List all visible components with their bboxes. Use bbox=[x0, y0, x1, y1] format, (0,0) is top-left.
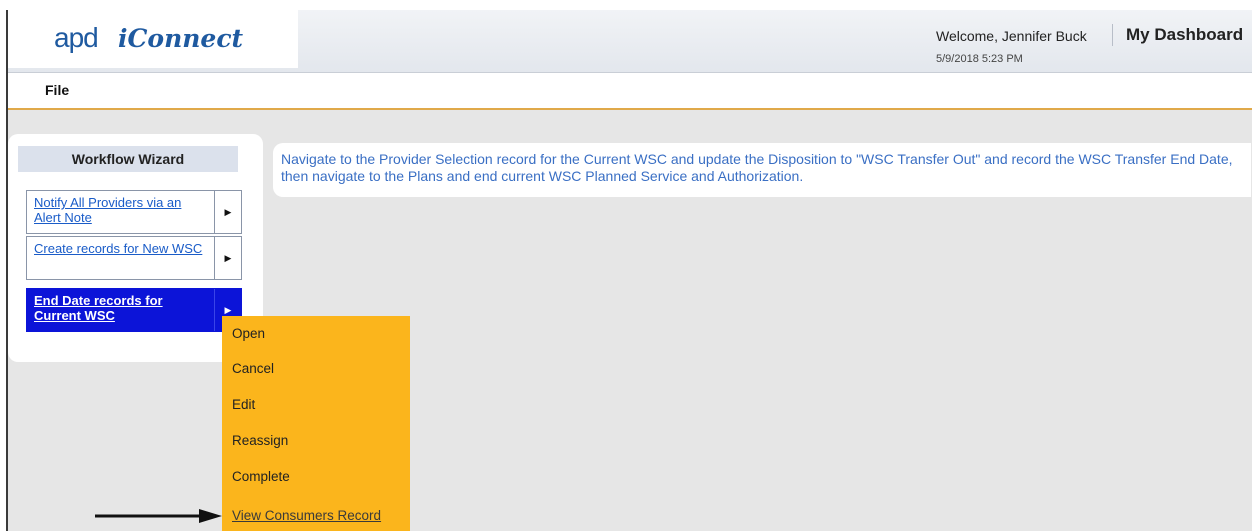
black-arrow-icon bbox=[95, 509, 222, 523]
right-triangle-icon[interactable]: ▶ bbox=[214, 191, 241, 233]
wizard-title: Workflow Wizard bbox=[18, 146, 238, 172]
menu-bar: File bbox=[8, 73, 1252, 110]
logo-iconnect-text: iConnect bbox=[118, 24, 244, 53]
main-content: Workflow Wizard Notify All Providers via… bbox=[8, 110, 1252, 531]
instructions-text: Navigate to the Provider Selection recor… bbox=[281, 151, 1233, 184]
wizard-item-end-date-records[interactable]: End Date records for Current WSC ▶ bbox=[26, 288, 242, 332]
my-dashboard-link[interactable]: My Dashboard bbox=[1126, 25, 1243, 45]
instructions-panel: Navigate to the Provider Selection recor… bbox=[273, 143, 1251, 197]
wizard-item-label[interactable]: Notify All Providers via an Alert Note bbox=[34, 195, 210, 225]
logo[interactable]: apd iConnect bbox=[8, 10, 298, 68]
context-menu: Open Cancel Edit Reassign Complete View … bbox=[222, 316, 410, 531]
wizard-item-label[interactable]: End Date records for Current WSC bbox=[34, 293, 210, 323]
app-header: apd iConnect Welcome, Jennifer Buck 5/9/… bbox=[8, 10, 1252, 73]
menu-file[interactable]: File bbox=[45, 82, 69, 98]
header-divider bbox=[1112, 24, 1113, 46]
wizard-item-label[interactable]: Create records for New WSC bbox=[34, 241, 210, 256]
context-item-view-consumers-record[interactable]: View Consumers Record bbox=[232, 508, 381, 523]
context-item-complete[interactable]: Complete bbox=[232, 469, 290, 484]
logo-apd-text: apd bbox=[54, 22, 99, 53]
wizard-item-create-records[interactable]: Create records for New WSC ▶ bbox=[26, 236, 242, 280]
timestamp: 5/9/2018 5:23 PM bbox=[936, 53, 1023, 65]
context-item-reassign[interactable]: Reassign bbox=[232, 433, 288, 448]
context-item-cancel[interactable]: Cancel bbox=[232, 361, 274, 376]
context-item-open[interactable]: Open bbox=[232, 326, 265, 341]
wizard-item-notify-providers[interactable]: Notify All Providers via an Alert Note ▶ bbox=[26, 190, 242, 234]
context-item-edit[interactable]: Edit bbox=[232, 397, 255, 412]
welcome-text: Welcome, Jennifer Buck bbox=[936, 28, 1087, 44]
right-triangle-icon[interactable]: ▶ bbox=[214, 237, 241, 279]
